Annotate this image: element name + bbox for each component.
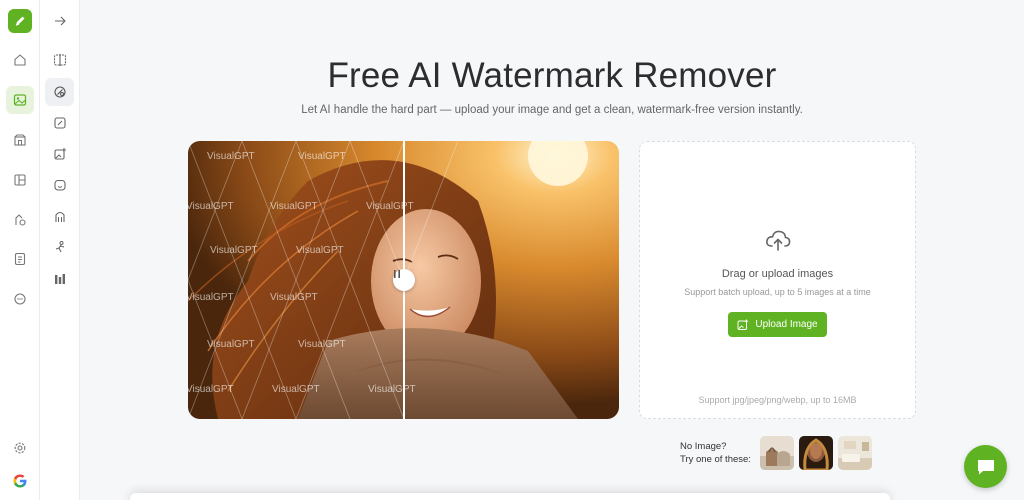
edit-image-icon[interactable]: [45, 109, 74, 137]
layout-icon[interactable]: [6, 166, 34, 194]
upload-dropzone[interactable]: Drag or upload images Support batch uplo…: [639, 141, 916, 419]
store-icon[interactable]: [6, 126, 34, 154]
primary-sidebar: [0, 0, 40, 500]
bars-icon[interactable]: [45, 265, 74, 293]
watermark-text: VisualGPT: [270, 292, 318, 303]
main-content: Free AI Watermark Remover Let AI handle …: [80, 0, 1024, 500]
watermark-remover-icon[interactable]: [45, 78, 74, 106]
sample-prompt: No Image? Try one of these:: [680, 440, 751, 466]
upload-image-label: Upload Image: [755, 319, 818, 330]
chat-icon: [977, 459, 994, 474]
cloud-upload-icon: [766, 230, 791, 251]
add-image-icon: [737, 319, 749, 330]
arrow-right-icon[interactable]: [45, 7, 74, 35]
watermark-text: VisualGPT: [368, 384, 416, 395]
split-compare-icon[interactable]: [45, 46, 74, 74]
drag-upload-text: Drag or upload images: [721, 268, 834, 280]
watermark-text: VisualGPT: [296, 245, 344, 256]
bottom-panel-edge: [130, 493, 890, 500]
sample-thumbnail[interactable]: [799, 436, 833, 470]
pause-icon: [394, 270, 400, 278]
tools-sidebar: [40, 0, 80, 500]
sample-thumbnail[interactable]: [838, 436, 872, 470]
watermark-text: VisualGPT: [188, 384, 234, 395]
upload-image-button[interactable]: Upload Image: [728, 312, 827, 337]
image-icon[interactable]: [6, 86, 34, 114]
watermark-text: VisualGPT: [188, 292, 234, 303]
face-icon[interactable]: [45, 171, 74, 199]
batch-upload-hint: Support batch upload, up to 5 images at …: [684, 287, 871, 297]
watermark-text: VisualGPT: [298, 339, 346, 350]
before-after-comparison[interactable]: VisualGPT VisualGPT VisualGPT VisualGPT …: [188, 141, 619, 419]
document-icon[interactable]: [6, 245, 34, 273]
watermark-text: VisualGPT: [366, 201, 414, 212]
no-image-label: No Image?: [680, 441, 727, 452]
watermark-text: VisualGPT: [272, 384, 320, 395]
compare-drag-handle[interactable]: [393, 269, 415, 291]
watermark-text: VisualGPT: [270, 201, 318, 212]
supported-formats-text: Support jpg/jpeg/png/webp, up to 16MB: [698, 395, 857, 405]
person-icon[interactable]: [45, 202, 74, 230]
add-image-icon[interactable]: [45, 140, 74, 168]
chat-support-button[interactable]: [964, 445, 1007, 488]
google-icon[interactable]: [6, 467, 34, 495]
watermark-text: VisualGPT: [207, 151, 255, 162]
home-icon[interactable]: [6, 46, 34, 74]
page-title: Free AI Watermark Remover: [327, 56, 777, 95]
page-subtitle: Let AI handle the hard part — upload you…: [301, 104, 803, 116]
sample-thumbnail[interactable]: [760, 436, 794, 470]
try-samples-label: Try one of these:: [680, 454, 751, 465]
shapes-icon[interactable]: [6, 206, 34, 234]
app-logo-icon[interactable]: [8, 9, 32, 33]
chat-bubble-icon[interactable]: [6, 285, 34, 313]
gear-icon[interactable]: [6, 434, 34, 462]
watermark-text: VisualGPT: [207, 339, 255, 350]
watermark-text: VisualGPT: [188, 201, 234, 212]
watermark-text: VisualGPT: [210, 245, 258, 256]
watermark-text: VisualGPT: [298, 151, 346, 162]
pose-icon[interactable]: [45, 233, 74, 261]
